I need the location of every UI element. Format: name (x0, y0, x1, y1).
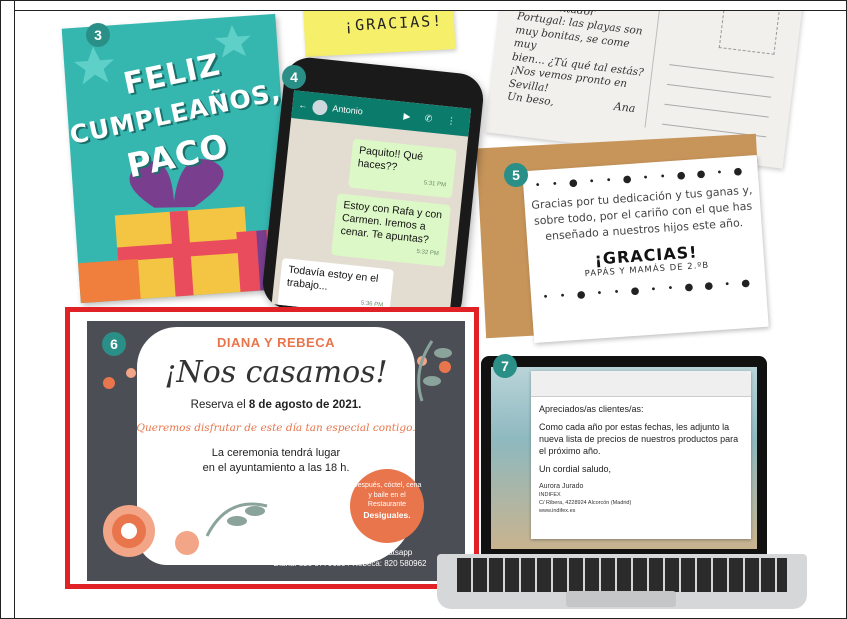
ceremony-details: La ceremonia tendrá lugar en el ayuntami… (202, 447, 350, 474)
chat-screen: ← Antonio ▶ ✆ ⋮ Paquito!! Qué haces?? 5:… (271, 90, 472, 323)
email-header (531, 371, 751, 397)
chat-message: Paquito!! Qué haces?? 5:31 PM (348, 138, 457, 199)
call-icons[interactable]: ▶ ✆ ⋮ (403, 110, 462, 127)
badge-3: 3 (86, 23, 110, 47)
invitation-title: ¡Nos casamos! (164, 355, 388, 390)
left-border (1, 1, 15, 618)
birthday-card: FELIZ CUMPLEAÑOS, PACO (61, 13, 295, 304)
badge-5: 5 (504, 163, 528, 187)
badge-6: 6 (102, 332, 126, 356)
decorative-dots: • • ● • • ● • • ● ● • ● (542, 277, 755, 304)
script-line: Queremos disfrutar de este día tan espec… (136, 422, 416, 434)
chat-header: ← Antonio ▶ ✆ ⋮ (291, 90, 472, 137)
badge-4: 4 (282, 65, 306, 89)
page-frame: FELIZ CUMPLEAÑOS, PACO 3 ¡GRACIAS! ...so… (0, 0, 847, 619)
badge-7: 7 (493, 354, 517, 378)
back-arrow-icon[interactable]: ← (298, 100, 308, 111)
sticky-note-text: ¡GRACIAS! (343, 11, 444, 35)
thank-you-card: • • ● • • ● • • ● ● • ● Gracias por tu d… (522, 155, 769, 343)
smartphone: ← Antonio ▶ ✆ ⋮ Paquito!! Qué haces?? 5:… (260, 55, 486, 327)
save-the-date: Reserva el 8 de agosto de 2021. (190, 399, 362, 411)
email-body: Apreciados/as clientes/as: Como cada año… (531, 397, 751, 521)
postcard-signature: Ana (613, 99, 637, 116)
address-line (669, 64, 774, 78)
address-line (664, 103, 769, 118)
address-line (666, 83, 772, 98)
wedding-invitation: DIANA Y REBECA ¡Nos casamos! Reserva el … (87, 321, 465, 581)
top-border (1, 1, 846, 11)
trackpad (566, 591, 676, 607)
couple-names: DIANA Y REBECA (216, 335, 335, 350)
email-greeting: Apreciados/as clientes/as: (539, 404, 644, 414)
chat-message: Estoy con Rafa y con Carmen. Iremos a ce… (331, 193, 451, 267)
email-closing: Un cordial saludo, (539, 464, 612, 474)
email-text: Como cada año por estas fechas, les adju… (539, 422, 739, 456)
laptop-screen: Apreciados/as clientes/as: Como cada año… (491, 367, 757, 549)
rsvp-contact: Confirmar por teléfono o Whatsapp Diana:… (273, 548, 427, 568)
email-signature: Aurora Jurado INDIFEX C/ Ribera, 4228924… (539, 483, 632, 514)
email-window: Apreciados/as clientes/as: Como cada año… (531, 371, 751, 539)
contact-name: Antonio (331, 103, 364, 117)
postcard-text: ...son increíbles. Es encantador Portuga… (506, 1, 645, 109)
thank-you-message: Gracias por tu dedicación y tus ganas y,… (530, 183, 753, 243)
keyboard (457, 558, 787, 592)
reception-circle: Después, cóctel, cena y baile en el Rest… (350, 469, 424, 543)
avatar (311, 98, 329, 116)
